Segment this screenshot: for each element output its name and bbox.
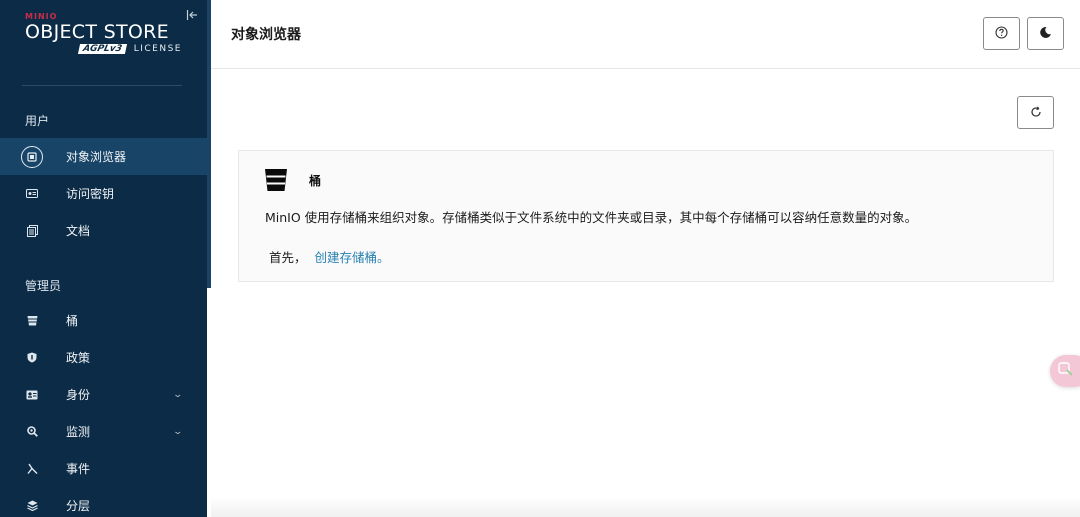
- cta-prefix: 首先，: [269, 250, 307, 265]
- sidebar-item-label: 监测: [66, 425, 91, 439]
- sidebar-item-monitoring[interactable]: 监测 ⌄: [0, 413, 207, 450]
- logo-divider: [22, 85, 182, 86]
- bucket-icon: [23, 312, 41, 330]
- page-title: 对象浏览器: [231, 27, 301, 43]
- documentation-icon: [23, 222, 41, 240]
- help-circle-icon: [995, 24, 1008, 43]
- card-description: MinIO 使用存储桶来组织对象。存储桶类似于文件系统中的文件夹或目录，其中每个…: [265, 210, 918, 225]
- section-label-user: 用户: [25, 114, 50, 128]
- sidebar-item-policies[interactable]: 政策: [0, 339, 207, 376]
- refresh-button[interactable]: [1017, 96, 1054, 129]
- object-browser-icon: [21, 145, 43, 168]
- sidebar-item-access-keys[interactable]: 访问密钥: [0, 175, 207, 212]
- bottom-shadow: [211, 497, 1080, 517]
- collapse-sidebar-icon[interactable]: [186, 9, 198, 21]
- sidebar-item-documentation[interactable]: 文档: [0, 212, 207, 249]
- sidebar-item-label: 访问密钥: [66, 187, 115, 201]
- page-header: 对象浏览器: [211, 0, 1080, 69]
- create-bucket-link[interactable]: 创建存储桶。: [315, 250, 390, 265]
- refresh-icon: [1030, 103, 1042, 122]
- section-label-admin: 管理员: [25, 279, 62, 293]
- sidebar-item-label: 政策: [66, 351, 91, 365]
- sidebar-item-tiers[interactable]: 分层: [0, 487, 207, 517]
- events-icon: [23, 460, 41, 478]
- bucket-icon: [265, 168, 287, 192]
- sidebar-item-label: 桶: [66, 314, 79, 328]
- sidebar-item-events[interactable]: 事件: [0, 450, 207, 487]
- sidebar: MINIO OBJECT STORE AGPLv3 LICENSE 用户 对象浏…: [0, 0, 207, 517]
- sidebar-item-buckets[interactable]: 桶: [0, 302, 207, 339]
- policy-icon: [23, 349, 41, 367]
- card-cta: 首先， 创建存储桶。: [269, 247, 390, 266]
- moon-icon: [1039, 24, 1052, 43]
- minio-logo[interactable]: MINIO OBJECT STORE AGPLv3 LICENSE: [25, 12, 190, 64]
- chevron-down-icon[interactable]: ⌄: [172, 390, 183, 400]
- buckets-empty-card: 桶 MinIO 使用存储桶来组织对象。存储桶类似于文件系统中的文件夹或目录，其中…: [238, 150, 1054, 282]
- license-text: LICENSE: [133, 44, 182, 54]
- logo-product-name: OBJECT STORE: [25, 21, 169, 43]
- sidebar-item-label: 对象浏览器: [66, 150, 127, 164]
- identity-icon: [23, 386, 41, 404]
- sidebar-item-label: 文档: [66, 224, 91, 238]
- card-title: 桶: [309, 174, 322, 188]
- floating-assistant-button[interactable]: [1050, 355, 1080, 387]
- tiers-icon: [23, 497, 41, 515]
- theme-toggle-button[interactable]: [1027, 17, 1064, 50]
- sidebar-item-label: 事件: [66, 462, 91, 476]
- sidebar-item-identity[interactable]: 身份 ⌄: [0, 376, 207, 413]
- assistant-icon: [1058, 361, 1074, 381]
- access-keys-icon: [23, 185, 41, 203]
- agpl-badge: AGPLv3: [77, 44, 127, 54]
- monitoring-icon: [23, 423, 41, 441]
- sidebar-item-label: 身份: [66, 388, 91, 402]
- sidebar-item-label: 分层: [66, 499, 91, 513]
- sidebar-item-object-browser[interactable]: 对象浏览器: [0, 138, 207, 175]
- help-button[interactable]: [983, 17, 1020, 50]
- logo-mini-text: MINIO: [25, 12, 58, 21]
- chevron-down-icon[interactable]: ⌄: [172, 427, 183, 437]
